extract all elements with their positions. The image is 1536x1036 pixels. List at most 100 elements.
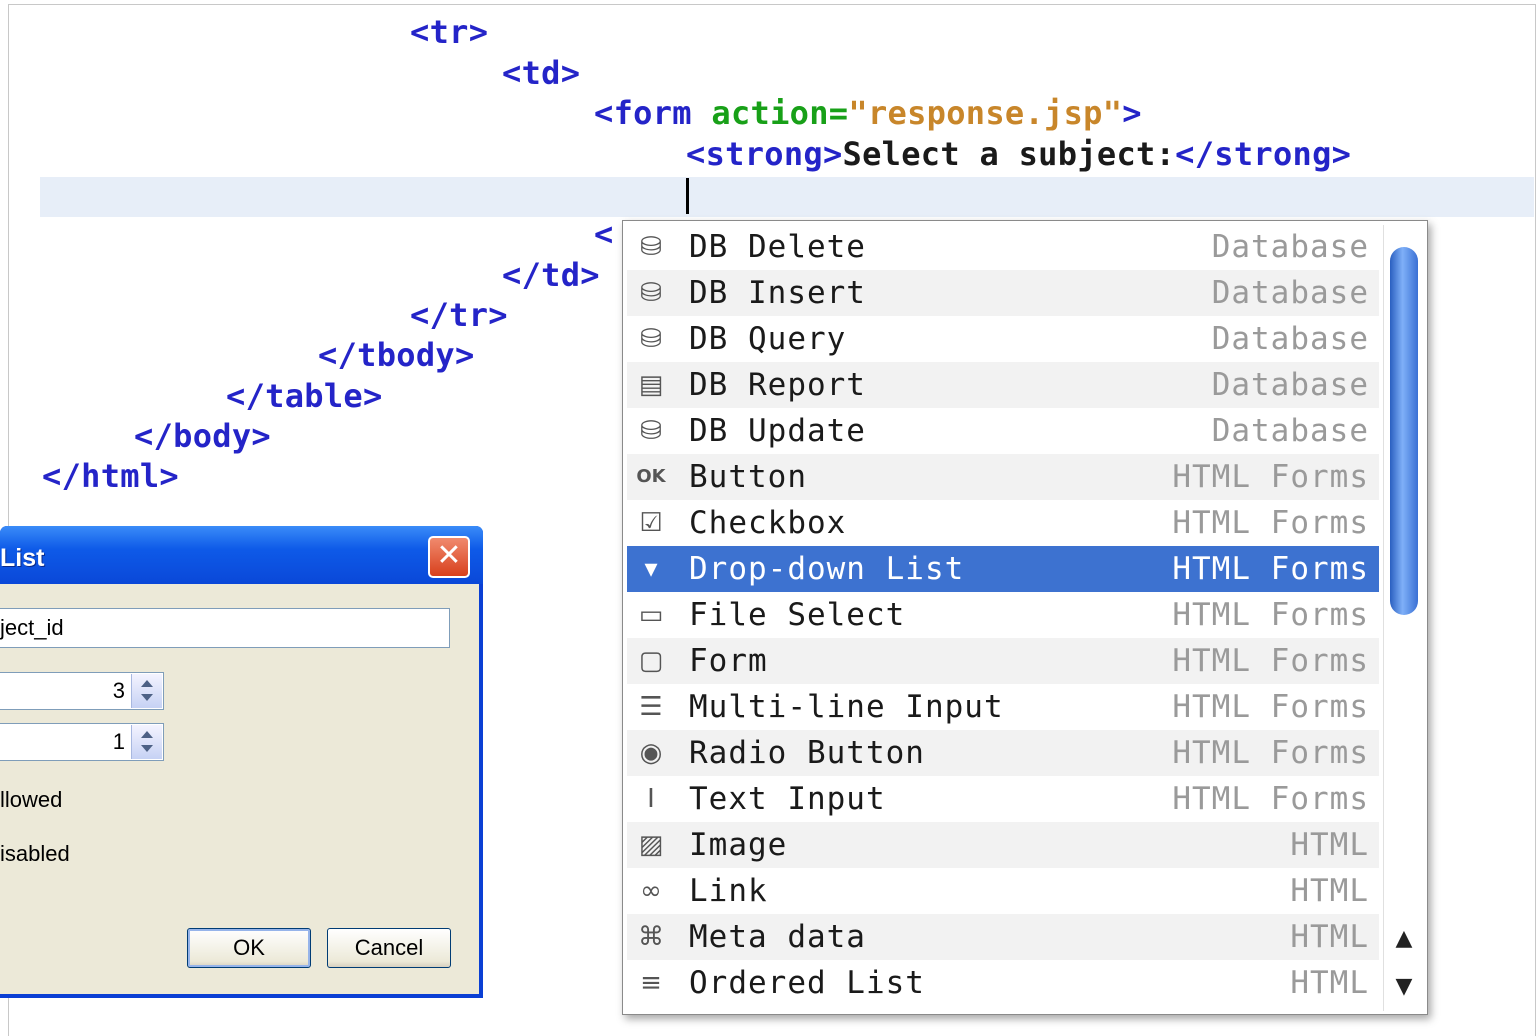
scroll-down-icon[interactable]: ▼ (1384, 967, 1424, 1007)
completion-item-category: HTML (1290, 965, 1369, 1001)
attribute-name: action= (711, 94, 849, 132)
completion-item-label: Image (689, 827, 788, 863)
completion-item-category: HTML (1290, 919, 1369, 955)
code-line-td-close: </td> (502, 255, 600, 295)
disabled-label[interactable]: isabled (0, 841, 70, 867)
completion-item[interactable]: ☑ Checkbox HTML Forms (627, 500, 1379, 546)
completion-item-label: Radio Button (689, 735, 925, 771)
code-completion-popup: ⛁ DB Delete Database ⛁ DB Insert Database ⛁ DB … (622, 220, 1428, 1015)
name-field-value: ject_id (0, 615, 64, 640)
count-spinner-arrows[interactable] (131, 725, 162, 759)
dialog-titlebar[interactable] (0, 526, 483, 584)
completion-item-category: Database (1211, 367, 1369, 403)
scroll-up-icon[interactable]: ▲ (1384, 919, 1424, 959)
image-icon: ▨ (638, 830, 664, 860)
cancel-button[interactable]: Cancel (327, 928, 451, 968)
completion-item-label: File Select (689, 597, 906, 633)
tag-text: <form (594, 94, 692, 132)
completion-item[interactable]: ⛁ DB Delete Database (627, 224, 1379, 270)
code-line-html-close: </html> (42, 456, 179, 496)
count-spinner[interactable]: 1 (0, 723, 164, 761)
multiline-input-icon: ☰ (639, 692, 663, 722)
code-line-tr-close: </tr> (410, 295, 508, 335)
completion-item-label: DB Report (689, 367, 866, 403)
completion-item-label: Text Input (689, 781, 886, 817)
completion-item-category: HTML Forms (1172, 551, 1369, 587)
completion-item-category: HTML Forms (1172, 643, 1369, 679)
db-update-icon: ⛁ (640, 416, 662, 446)
spinner-up-icon[interactable] (141, 680, 153, 687)
text-input-icon: I (647, 784, 655, 814)
spinner-up-icon[interactable] (141, 731, 153, 738)
completion-item[interactable]: ⛁ DB Update Database (627, 408, 1379, 454)
file-select-icon: ▭ (638, 600, 664, 630)
tag-text: <strong> (686, 135, 843, 173)
code-line-partial: < (594, 214, 614, 254)
ok-button[interactable]: OK (187, 928, 311, 968)
completion-item-label: Checkbox (689, 505, 847, 541)
spinner-down-icon[interactable] (141, 694, 153, 701)
completion-item-label: Ordered List (689, 965, 925, 1001)
tag-text: <td> (502, 54, 581, 92)
completion-item-category: HTML Forms (1172, 735, 1369, 771)
link-icon: ∞ (640, 876, 662, 906)
completion-item-category: HTML (1290, 827, 1369, 863)
completion-item-category: Database (1211, 413, 1369, 449)
completion-item-label: Multi-line Input (689, 689, 1004, 725)
current-line-highlight (40, 177, 1534, 217)
name-field[interactable]: ject_id (0, 608, 450, 648)
size-spinner-arrows[interactable] (131, 674, 162, 708)
completion-item-category: HTML Forms (1172, 505, 1369, 541)
completion-item[interactable]: ☰ Multi-line Input HTML Forms (627, 684, 1379, 730)
completion-item[interactable]: I Text Input HTML Forms (627, 776, 1379, 822)
completion-item-label: DB Delete (689, 229, 866, 265)
completion-item[interactable]: ⛁ DB Insert Database (627, 270, 1379, 316)
size-spinner[interactable]: 3 (0, 672, 164, 710)
spinner-down-icon[interactable] (141, 745, 153, 752)
scrollbar-thumb[interactable] (1390, 247, 1418, 615)
code-line-td-open: <td> (502, 53, 580, 93)
button-icon: OK (636, 466, 666, 487)
tag-text: </tr> (410, 296, 508, 334)
content-text: Select a subject: (842, 135, 1176, 173)
completion-item[interactable]: ▨ Image HTML (627, 822, 1379, 868)
completion-item[interactable]: ⌘ Meta data HTML (627, 914, 1379, 960)
completion-item-label: Button (689, 459, 807, 495)
completion-item[interactable]: ◉ Radio Button HTML Forms (627, 730, 1379, 776)
completion-item[interactable]: ▾ Drop-down List HTML Forms (627, 546, 1379, 592)
completion-item-category: HTML Forms (1172, 689, 1369, 725)
completion-item-label: Drop-down List (689, 551, 965, 587)
db-report-icon: ▤ (638, 370, 664, 400)
dialog-close-button[interactable]: ✕ (428, 536, 470, 578)
completion-item-category: HTML (1290, 873, 1369, 909)
tag-text: </body> (134, 417, 271, 455)
code-line-body-close: </body> (134, 416, 271, 456)
completion-item[interactable]: ≡ Ordered List HTML (627, 960, 1379, 1006)
count-spinner-value: 1 (112, 729, 125, 754)
completion-item-label: DB Insert (689, 275, 866, 311)
tag-text: </table> (226, 377, 383, 415)
dropdown-icon: ▾ (644, 554, 658, 584)
tag-text: </strong> (1175, 135, 1352, 173)
dialog-title: List (0, 544, 45, 572)
radio-button-icon: ◉ (639, 738, 663, 768)
completion-item-category: HTML Forms (1172, 781, 1369, 817)
code-line-tr-open: <tr> (410, 12, 488, 52)
completion-item[interactable]: ∞ Link HTML (627, 868, 1379, 914)
code-line-strong: <strong>Select a subject:</strong> (686, 134, 1351, 174)
completion-item-category: Database (1211, 229, 1369, 265)
completion-item[interactable]: ▭ File Select HTML Forms (627, 592, 1379, 638)
tag-text: </tbody> (318, 336, 475, 374)
completion-item[interactable]: ▤ DB Report Database (627, 362, 1379, 408)
completion-item[interactable]: ⛁ DB Query Database (627, 316, 1379, 362)
allowed-label[interactable]: llowed (0, 787, 62, 813)
completion-scrollbar[interactable]: ▲ ▼ (1383, 225, 1424, 1011)
completion-item[interactable]: ▢ Form HTML Forms (627, 638, 1379, 684)
tag-text: > (1122, 94, 1142, 132)
tag-text: < (594, 215, 614, 253)
tag-text: </html> (42, 457, 179, 495)
form-icon: ▢ (638, 646, 664, 676)
completion-item-category: Database (1211, 321, 1369, 357)
completion-item[interactable]: OK Button HTML Forms (627, 454, 1379, 500)
completion-item-category: Database (1211, 275, 1369, 311)
